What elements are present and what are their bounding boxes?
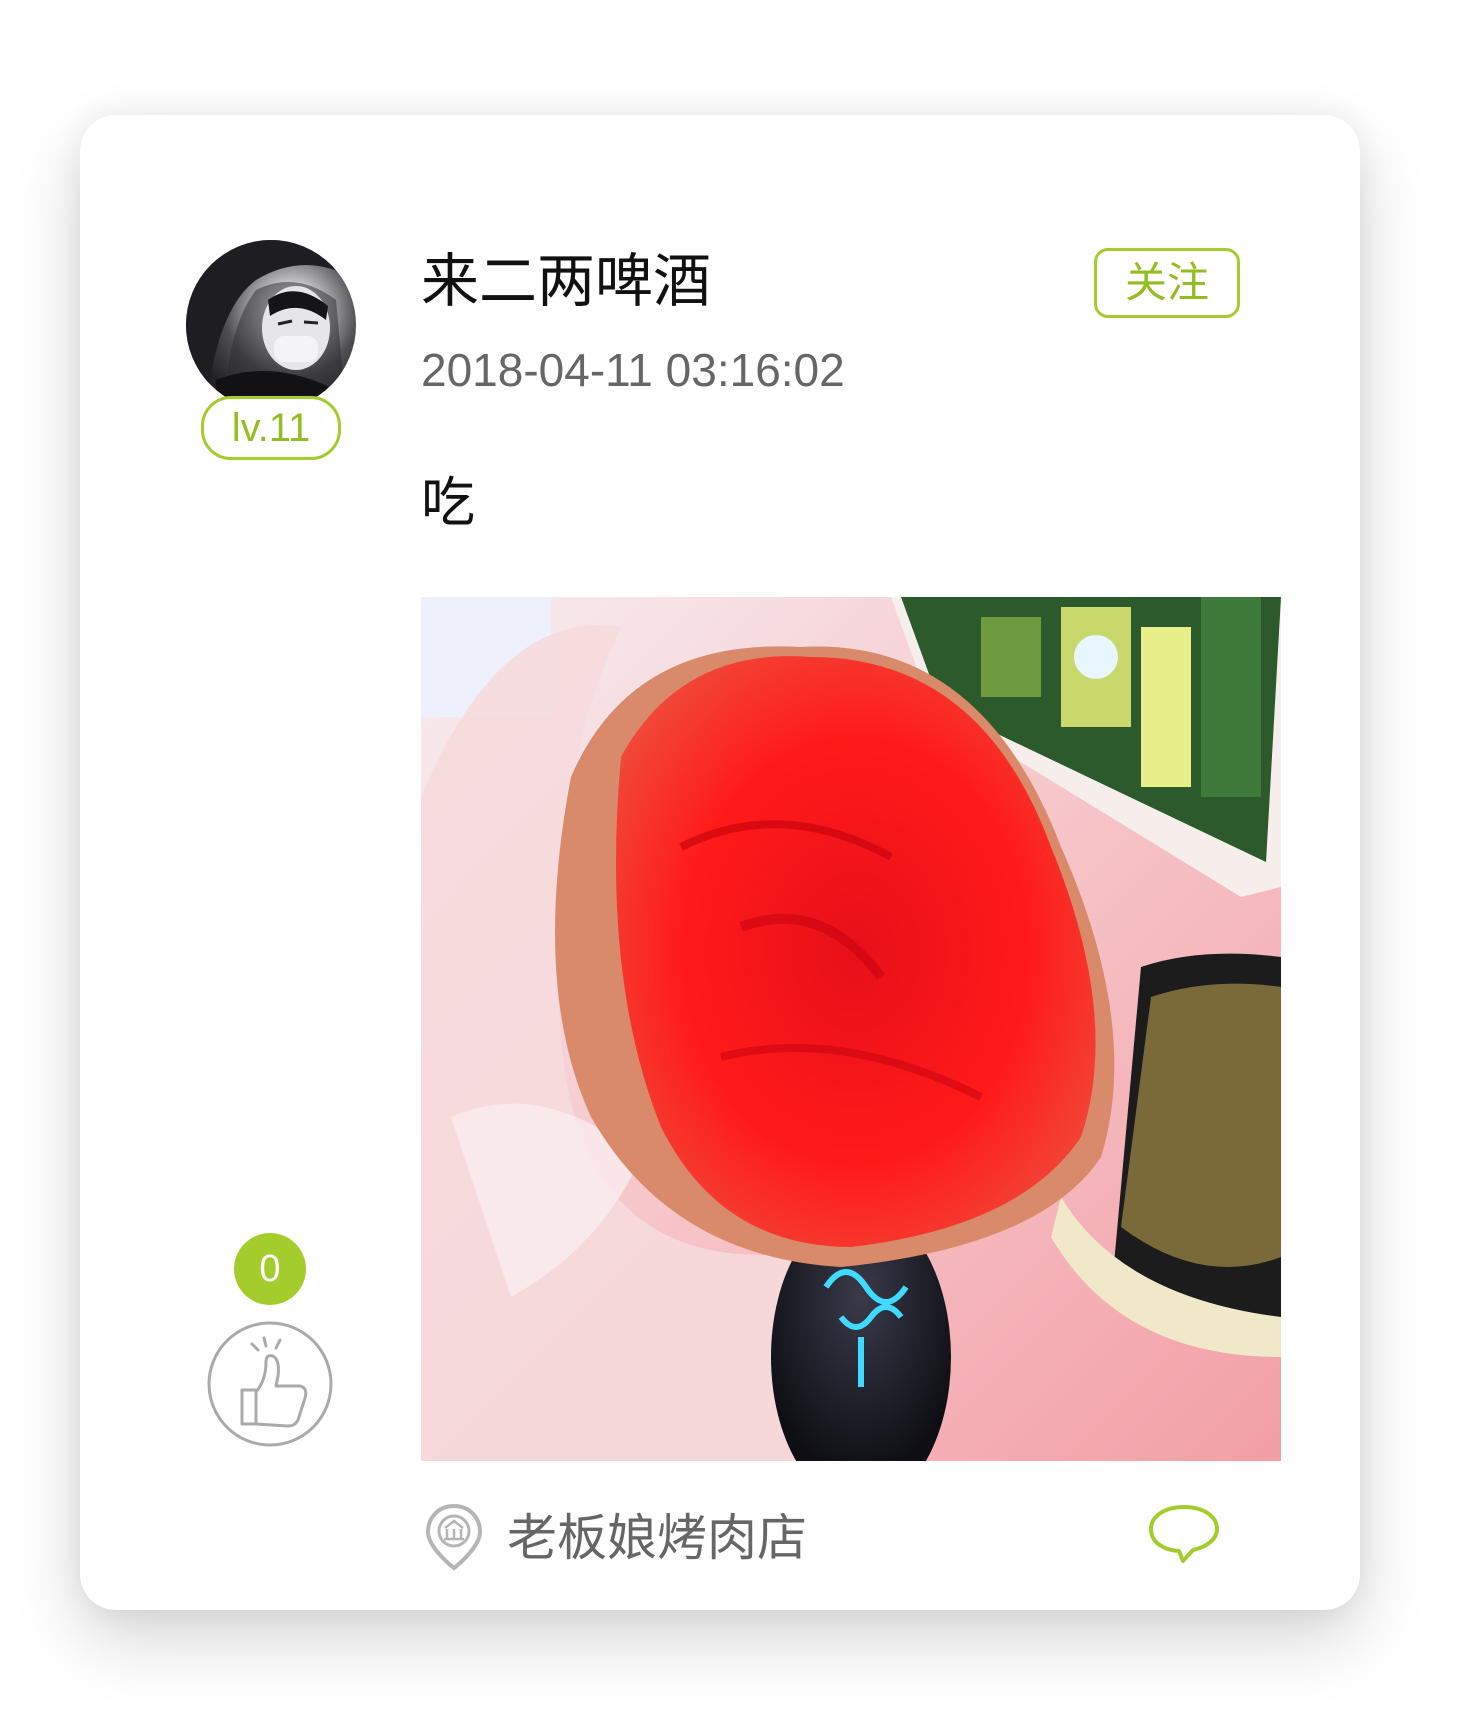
post-text: 吃 [421, 471, 475, 534]
follow-button[interactable]: 关注 [1094, 248, 1240, 318]
post-timestamp: 2018-04-11 03:16:02 [421, 344, 845, 396]
post-photo [421, 597, 1281, 1461]
level-badge: lv.11 [201, 396, 341, 460]
avatar[interactable] [186, 240, 356, 410]
like-count-badge: 0 [234, 1233, 306, 1305]
location-pin-icon [424, 1502, 484, 1572]
like-thumb-icon [207, 1321, 333, 1447]
comment-bubble-icon [1149, 1505, 1219, 1563]
location-label[interactable]: 老板娘烤肉店 [507, 1505, 807, 1571]
like-button[interactable] [206, 1320, 334, 1448]
comment-button[interactable] [1147, 1502, 1221, 1566]
post-image[interactable] [421, 597, 1281, 1461]
username[interactable]: 来二两啤酒 [421, 246, 711, 316]
avatar-photo [186, 240, 356, 410]
